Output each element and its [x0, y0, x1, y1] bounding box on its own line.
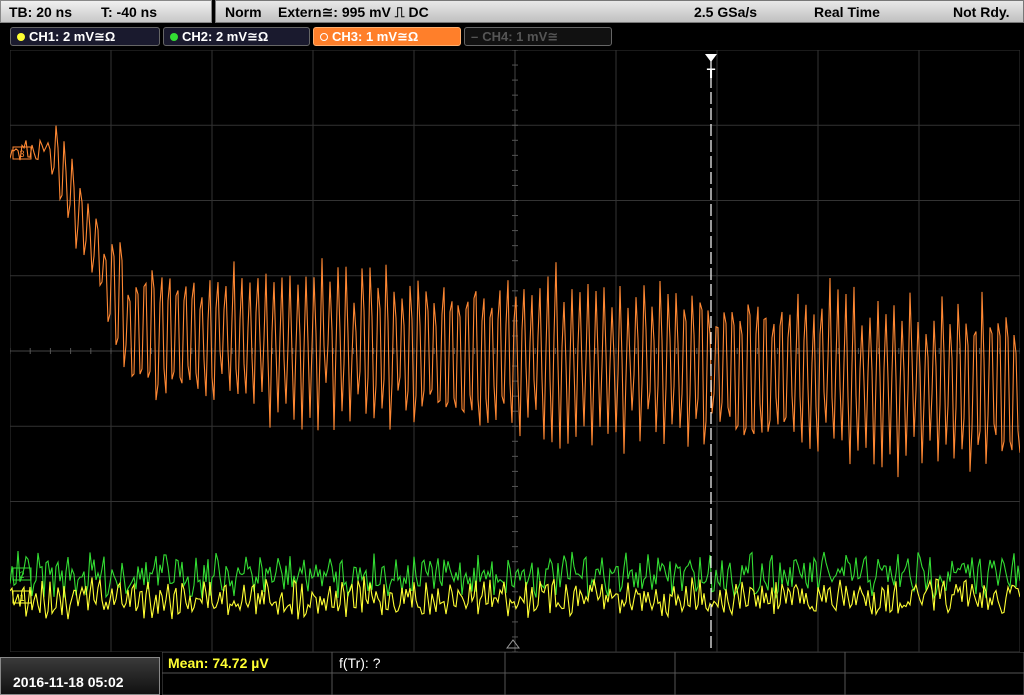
ch3-label: CH3: 1 mV≅Ω [332, 29, 419, 44]
ch1-dot-icon [17, 33, 25, 41]
timebase-panel[interactable]: TB: 20 ns T: -40 ns [0, 0, 212, 23]
realtime-label: Real Time [814, 4, 880, 20]
ch1-chip[interactable]: CH1: 2 mV≅Ω [10, 27, 160, 46]
ch3-dot-icon [320, 33, 328, 41]
ch4-dash-icon: – [471, 29, 479, 44]
ch2-label: CH2: 2 mV≅Ω [182, 29, 269, 44]
ch2-dot-icon [170, 33, 178, 41]
acq-mode-label: Norm [225, 4, 262, 20]
mean-measurement: Mean: 74.72 µV [168, 655, 269, 671]
ch3-chip[interactable]: CH3: 1 mV≅Ω [313, 27, 461, 46]
trigger-time-label: T: -40 ns [101, 4, 158, 20]
ch4-label: CH4: 1 mV≅ [482, 29, 559, 44]
ch2-ground-marker: 2 [12, 567, 32, 581]
sample-rate-label: 2.5 GSa/s [694, 4, 758, 20]
trigger-position-icon[interactable]: T [705, 54, 717, 81]
measurement-table[interactable]: Mean: 74.72 µV f(Tr): ? [162, 652, 1024, 695]
ch2-chip[interactable]: CH2: 2 mV≅Ω [163, 27, 310, 46]
channel-bar: CH1: 2 mV≅Ω CH2: 2 mV≅Ω CH3: 1 mV≅Ω – CH4… [0, 24, 1024, 48]
ch1-label: CH1: 2 mV≅Ω [29, 29, 116, 44]
ch4-chip[interactable]: – CH4: 1 mV≅ [464, 27, 612, 46]
acquisition-panel[interactable]: Norm Extern≅: 995 mV ⎍ DC 2.5 GSa/s Real… [215, 0, 1024, 23]
svg-text:3: 3 [19, 149, 24, 159]
svg-text:1: 1 [19, 593, 24, 603]
svg-text:2: 2 [19, 570, 24, 580]
timebase-label: TB: 20 ns [9, 4, 73, 20]
status-bar: TB: 20 ns T: -40 ns Norm Extern≅: 995 mV… [0, 0, 1024, 24]
trigger-source-label: Extern≅: 995 mV ⎍ DC [278, 4, 429, 20]
ftr-measurement: f(Tr): ? [339, 655, 381, 671]
trigger-marker-text: T [707, 65, 716, 81]
trigger-state-label: Not Rdy. [953, 4, 1010, 20]
ground-marker-icon [506, 639, 520, 649]
datetime-label: 2016-11-18 05:02 [13, 674, 124, 690]
datetime-box: 2016-11-18 05:02 [0, 657, 160, 695]
waveform-display[interactable]: T 3 2 1 [10, 50, 1020, 652]
